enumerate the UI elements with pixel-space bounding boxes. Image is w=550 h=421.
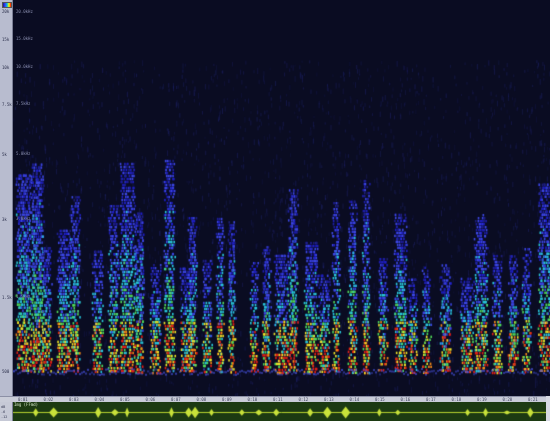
level-label: -6 xyxy=(1,410,6,414)
freq-tick: 15k xyxy=(2,37,10,42)
track-name: Img (FFmd) xyxy=(14,402,39,407)
waveform-canvas[interactable] xyxy=(13,404,550,421)
level-label: -12 xyxy=(1,415,8,419)
freq-tick: 7.5k xyxy=(2,102,12,107)
frequency-ruler[interactable]: 20k 15k 10k 7.5k 5k 3k 1.5k 500 xyxy=(0,0,13,396)
spectrogram-canvas[interactable] xyxy=(13,0,550,396)
freq-tick: 10k xyxy=(2,65,10,70)
scrollbar-corner xyxy=(546,396,550,421)
track-level-ruler: dB -6 -12 xyxy=(0,402,13,421)
freq-tick: 3k xyxy=(2,217,7,222)
freq-tick: 500 xyxy=(2,369,10,374)
freq-tick: 5k xyxy=(2,152,7,157)
spectral-editor-window: 20k 15k 10k 7.5k 5k 3k 1.5k 500 20.0kHz … xyxy=(0,0,550,421)
freq-tick: 20k xyxy=(2,9,10,14)
freq-tick: 1.5k xyxy=(2,295,12,300)
level-label: dB xyxy=(1,405,6,409)
color-palette-icon[interactable] xyxy=(2,2,12,8)
